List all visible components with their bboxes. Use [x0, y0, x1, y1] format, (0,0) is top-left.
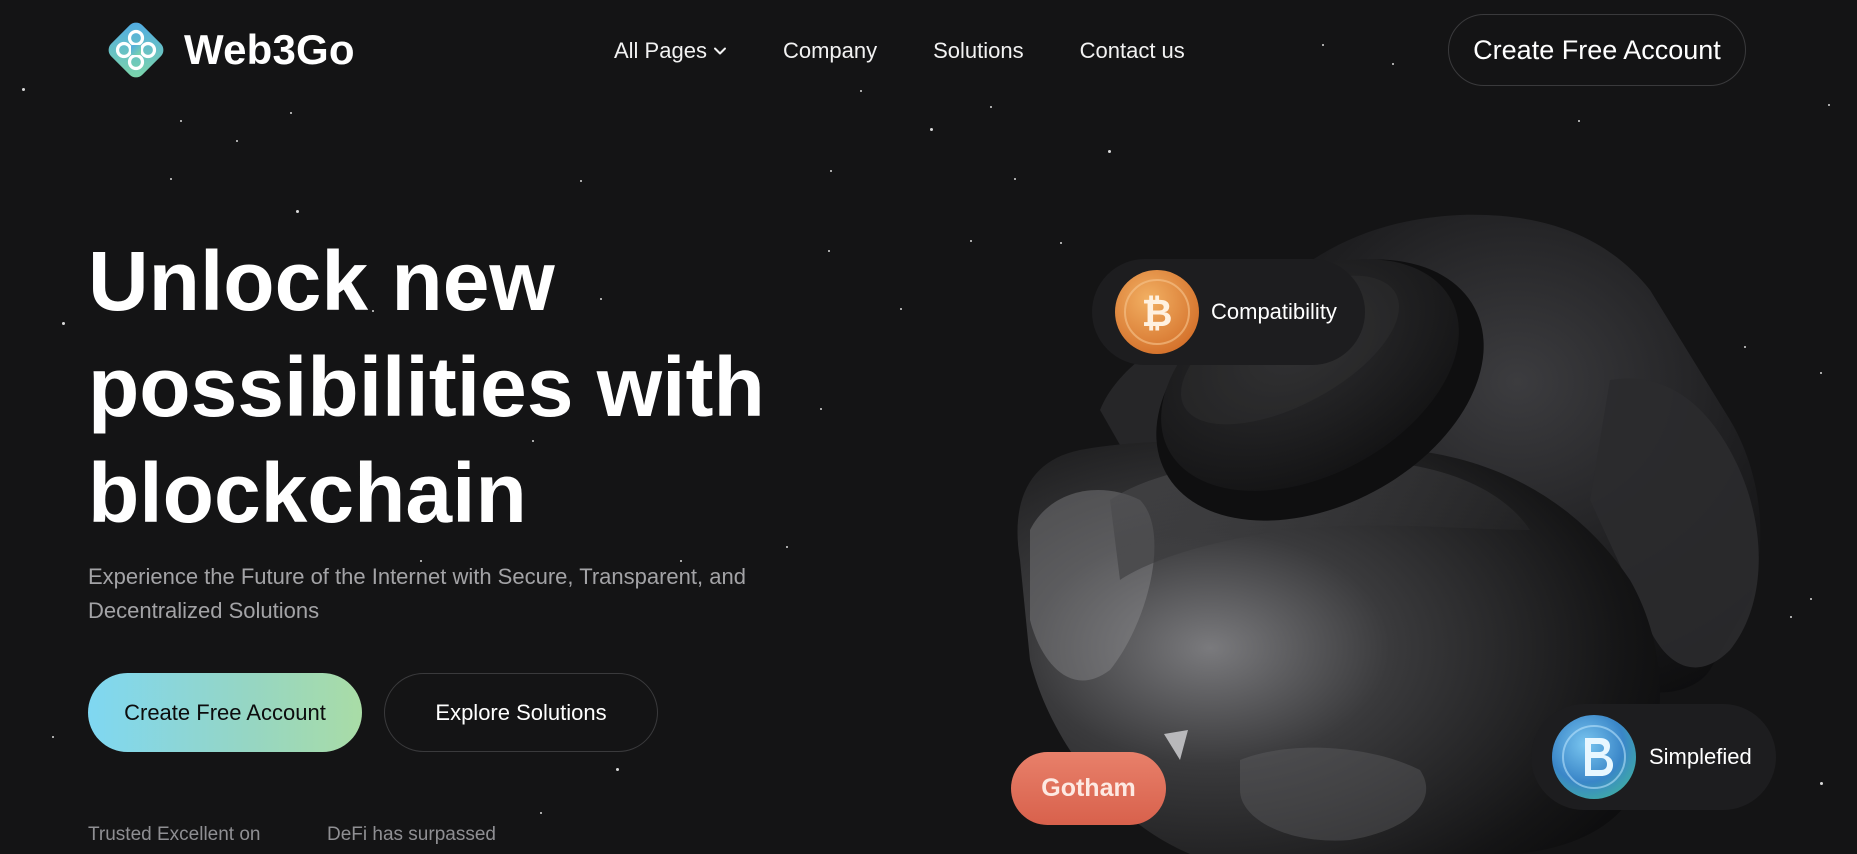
compatibility-label: Compatibility: [1211, 299, 1337, 324]
star-dot: [1820, 372, 1822, 374]
star-dot: [170, 178, 172, 180]
star-dot: [296, 210, 299, 213]
hero-subtitle: Experience the Future of the Internet wi…: [88, 564, 746, 623]
simplified-label: Simplefied: [1649, 744, 1752, 769]
header-create-account-button[interactable]: Create Free Account: [1448, 14, 1746, 86]
star-dot: [786, 546, 788, 548]
star-dot: [580, 180, 582, 182]
star-dot: [290, 112, 292, 114]
brand-name: Web3Go: [184, 26, 355, 73]
star-dot: [1392, 63, 1394, 65]
explore-solutions-button[interactable]: Explore Solutions: [384, 673, 658, 752]
star-dot: [1578, 120, 1580, 122]
star-dot: [970, 240, 972, 242]
star-dot: [62, 322, 65, 325]
star-dot: [1108, 150, 1111, 153]
star-dot: [1820, 782, 1823, 785]
chevron-down-icon: [713, 47, 726, 55]
nav-company[interactable]: Company: [783, 38, 877, 64]
compatibility-badge: ₿ Compatibility: [1092, 259, 1365, 365]
star-dot: [900, 308, 902, 310]
nav-solutions-label: Solutions: [933, 38, 1024, 63]
star-dot: [830, 170, 832, 172]
stat-trusted-label: Trusted Excellent on: [88, 824, 261, 845]
star-dot: [540, 812, 542, 814]
bitcoin-icon: ₿: [1115, 270, 1199, 354]
star-dot: [1014, 178, 1016, 180]
star-dot: [616, 768, 619, 771]
star-dot: [1322, 44, 1324, 46]
star-dot: [1790, 616, 1792, 618]
nav-company-label: Company: [782, 38, 878, 63]
star-dot: [52, 736, 54, 738]
nav-contact-us[interactable]: Contact us: [1080, 38, 1185, 64]
star-dot: [1810, 598, 1812, 600]
brand-logo[interactable]: Web3Go: [102, 16, 355, 84]
star-dot: [1828, 104, 1830, 106]
gotham-badge: Gotham: [1011, 752, 1166, 825]
star-dot: [236, 140, 238, 142]
main-nav: All Pages Company Solutions Contact us: [614, 38, 1185, 64]
hero-title: Unlock new possibilities with blockchain: [88, 234, 765, 540]
simplified-badge: Simplefied: [1531, 704, 1776, 810]
star-dot: [930, 128, 933, 131]
svg-text:₿: ₿: [1142, 291, 1173, 335]
web3go-logo-icon: [108, 22, 164, 78]
star-dot: [860, 90, 862, 92]
star-dot: [990, 106, 992, 108]
nav-all-pages-label: All Pages: [614, 38, 707, 63]
stat-defi-label: DeFi has surpassed: [327, 824, 496, 845]
star-dot: [22, 88, 25, 91]
star-dot: [180, 120, 182, 122]
nav-solutions[interactable]: Solutions: [933, 38, 1024, 64]
nav-contact-us-label: Contact us: [1079, 38, 1185, 63]
nav-all-pages[interactable]: All Pages: [614, 38, 727, 64]
simplified-coin-icon: [1552, 715, 1636, 799]
create-account-button[interactable]: Create Free Account: [88, 673, 362, 752]
